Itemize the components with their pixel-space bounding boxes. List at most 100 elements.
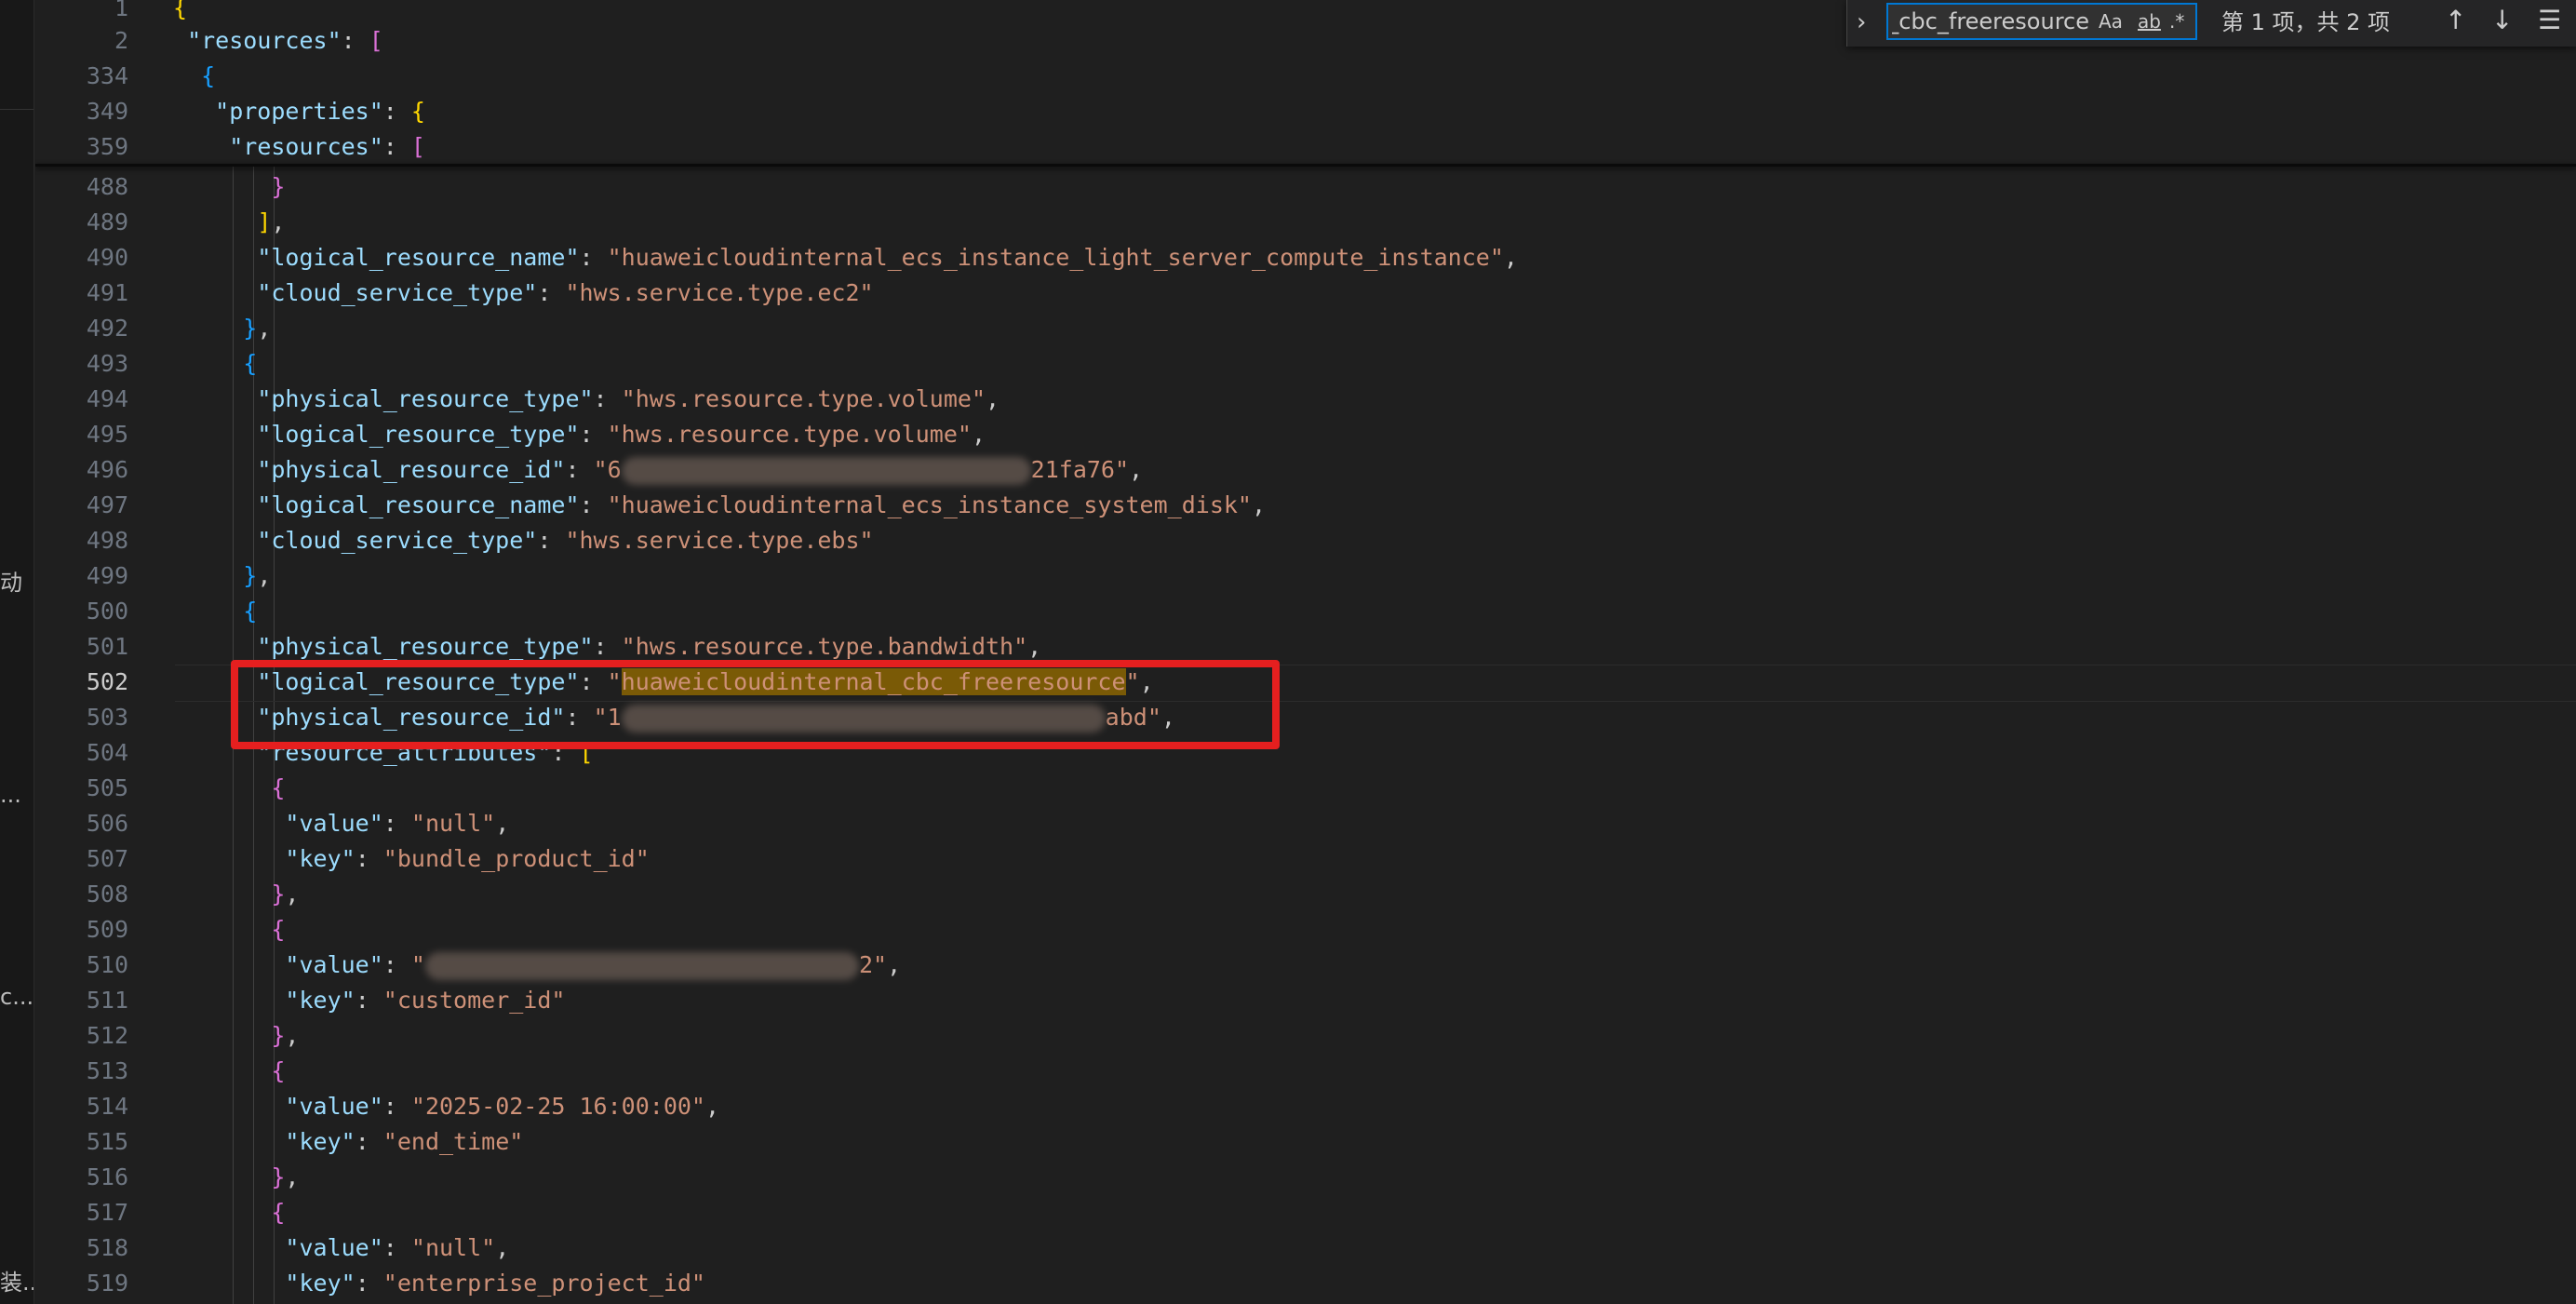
code-line[interactable]: 509 { <box>35 912 2576 948</box>
code-line[interactable]: 492 }, <box>35 311 2576 346</box>
code-text: "value": " 2", <box>285 951 902 980</box>
side-panel-edge: 动 ... c... 装... <box>0 0 34 1304</box>
sticky-line[interactable]: 349 "properties": { <box>35 94 2576 129</box>
match-case-icon[interactable]: Aa <box>2099 5 2123 38</box>
line-number: 515 <box>86 1128 128 1155</box>
line-number: 516 <box>86 1163 128 1190</box>
code-text: { <box>201 62 216 89</box>
code-text: { <box>173 0 188 21</box>
line-number: 491 <box>86 279 128 306</box>
use-regex-icon[interactable]: .* <box>2169 5 2184 38</box>
line-number: 499 <box>86 562 128 589</box>
code-line[interactable]: 491 "cloud_service_type": "hws.service.t… <box>35 276 2576 311</box>
redacted-value <box>621 457 1031 485</box>
line-number: 508 <box>86 881 128 907</box>
code-text: "value": "2025-02-25 16:00:00", <box>285 1093 720 1120</box>
code-line[interactable]: 505 { <box>35 771 2576 806</box>
code-line[interactable]: 489 ], <box>35 205 2576 240</box>
line-number: 507 <box>86 845 128 872</box>
code-text: }, <box>271 1163 300 1190</box>
code-line[interactable]: 513 { <box>35 1054 2576 1089</box>
code-text: { <box>271 1057 286 1084</box>
code-line[interactable]: 506 "value": "null", <box>35 806 2576 841</box>
code-text: "logical_resource_name": "huaweicloudint… <box>257 244 1518 271</box>
line-number: 518 <box>86 1234 128 1261</box>
code-text: "key": "customer_id" <box>285 987 566 1014</box>
code-text: "resources": [ <box>229 133 425 160</box>
side-panel-text-fragment: ... <box>0 782 21 808</box>
code-line[interactable]: 517 { <box>35 1195 2576 1230</box>
code-text: "value": "null", <box>285 1234 510 1261</box>
code-text: { <box>271 1199 286 1226</box>
sticky-line[interactable]: 334 { <box>35 59 2576 94</box>
code-text: "physical_resource_type": "hws.resource.… <box>257 385 1000 412</box>
line-number: 500 <box>86 598 128 625</box>
code-line[interactable]: 515 "key": "end_time" <box>35 1124 2576 1160</box>
code-text: "physical_resource_id": "6 21fa76", <box>257 456 1144 485</box>
line-number: 512 <box>86 1022 128 1049</box>
code-line[interactable]: 495 "logical_resource_type": "hws.resour… <box>35 417 2576 452</box>
code-text: "cloud_service_type": "hws.service.type.… <box>257 527 874 554</box>
line-number: 513 <box>86 1057 128 1084</box>
line-number: 511 <box>86 987 128 1014</box>
line-number: 2 <box>114 27 128 54</box>
code-text: "key": "enterprise_project_id" <box>285 1270 705 1297</box>
toggle-replace-chevron-icon[interactable]: › <box>1857 6 1866 39</box>
line-number: 334 <box>86 62 128 89</box>
code-line[interactable]: 514 "value": "2025-02-25 16:00:00", <box>35 1089 2576 1124</box>
line-number: 1 <box>114 0 128 21</box>
next-match-arrow-down-icon[interactable]: ↓ <box>2491 4 2513 37</box>
line-number: 496 <box>86 456 128 483</box>
line-number: 490 <box>86 244 128 271</box>
code-text: "properties": { <box>215 98 425 125</box>
code-text: }, <box>243 315 272 342</box>
code-text: ], <box>257 208 286 235</box>
code-line[interactable]: 494 "physical_resource_type": "hws.resou… <box>35 382 2576 417</box>
code-line[interactable]: 499 }, <box>35 558 2576 594</box>
code-text: { <box>243 598 258 625</box>
code-line[interactable]: 500 { <box>35 594 2576 629</box>
code-line[interactable]: 497 "logical_resource_name": "huaweiclou… <box>35 488 2576 523</box>
find-input[interactable]: huaweicloudinternal_cbc_freeresource Aa … <box>1886 3 2197 40</box>
code-line[interactable]: 510 "value": " 2", <box>35 948 2576 983</box>
code-line[interactable]: 512 }, <box>35 1018 2576 1054</box>
line-number: 497 <box>86 491 128 518</box>
code-line[interactable]: 511 "key": "customer_id" <box>35 983 2576 1018</box>
code-text: { <box>243 350 258 377</box>
code-line[interactable]: 496 "physical_resource_id": "6 21fa76", <box>35 452 2576 488</box>
match-count: 第 1 项，共 2 项 <box>2221 9 2391 35</box>
code-line[interactable]: 507 "key": "bundle_product_id" <box>35 841 2576 877</box>
line-number: 498 <box>86 527 128 554</box>
code-line[interactable]: 498 "cloud_service_type": "hws.service.t… <box>35 523 2576 558</box>
line-number: 349 <box>86 98 128 125</box>
code-line[interactable]: 516 }, <box>35 1160 2576 1195</box>
match-whole-word-icon[interactable]: ab <box>2138 5 2161 38</box>
code-line[interactable]: 518 "value": "null", <box>35 1230 2576 1266</box>
line-number: 514 <box>86 1093 128 1120</box>
code-text: "value": "null", <box>285 810 510 837</box>
sticky-line[interactable]: 359 "resources": [ <box>35 129 2576 165</box>
redacted-value <box>424 952 859 980</box>
code-text: "resources": [ <box>187 27 383 54</box>
side-panel-text-fragment: c... <box>0 984 34 1010</box>
code-text: "key": "bundle_product_id" <box>285 845 650 872</box>
code-line[interactable]: 493 { <box>35 346 2576 382</box>
code-line[interactable]: 488 } <box>35 169 2576 205</box>
find-in-selection-icon[interactable]: ☰ <box>2538 4 2561 37</box>
code-line[interactable]: 519 "key": "enterprise_project_id" <box>35 1266 2576 1301</box>
line-number: 505 <box>86 774 128 801</box>
code-text: }, <box>243 562 272 589</box>
line-number: 493 <box>86 350 128 377</box>
code-editor[interactable]: 1 { 2 "resources": [ 334 { 349 "properti… <box>35 0 2576 1304</box>
code-text: }, <box>271 881 300 907</box>
code-line[interactable]: 490 "logical_resource_name": "huaweiclou… <box>35 240 2576 276</box>
code-text: { <box>271 916 286 943</box>
previous-match-arrow-up-icon[interactable]: ↑ <box>2445 4 2466 37</box>
find-input-value: huaweicloudinternal_cbc_freeresource <box>1892 8 2089 34</box>
code-line[interactable]: 508 }, <box>35 877 2576 912</box>
line-number: 492 <box>86 315 128 342</box>
line-number: 510 <box>86 951 128 978</box>
code-text: "cloud_service_type": "hws.service.type.… <box>257 279 874 306</box>
code-text: }, <box>271 1022 300 1049</box>
line-number: 503 <box>86 704 128 731</box>
